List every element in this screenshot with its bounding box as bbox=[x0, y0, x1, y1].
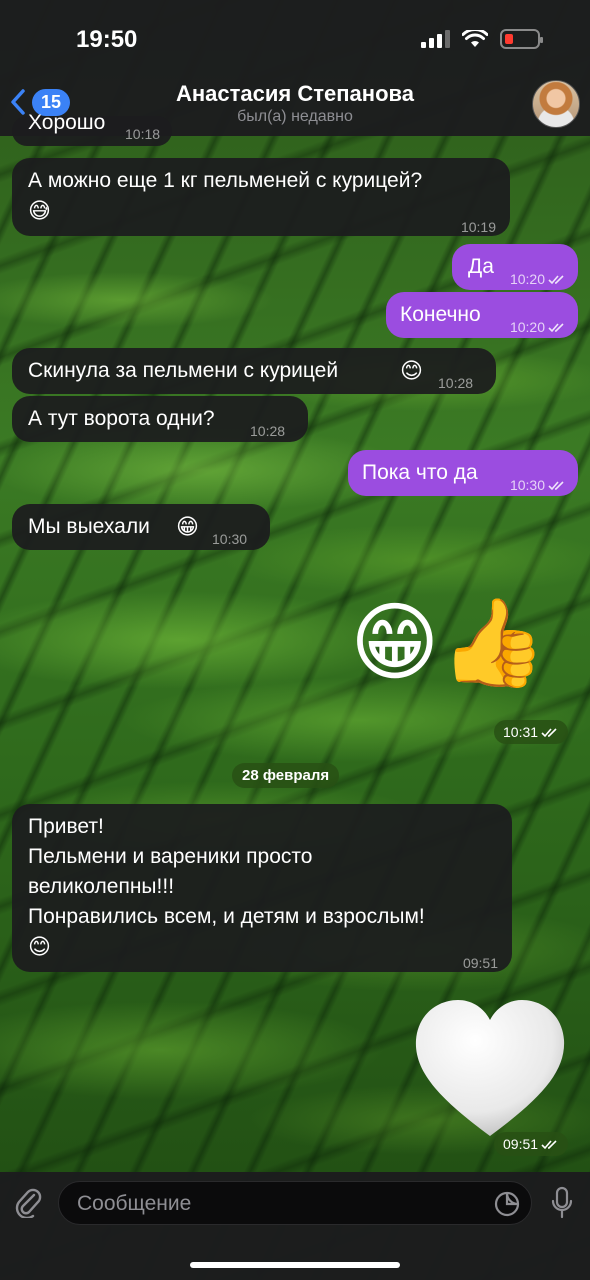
message-time: 10:28 bbox=[438, 375, 474, 391]
message-time: 10:18 bbox=[125, 126, 161, 142]
message-incoming[interactable]: Мы выехали 😁 10:30 bbox=[12, 504, 270, 550]
double-check-icon bbox=[541, 1140, 557, 1150]
message-outgoing[interactable]: Пока что да 10:30 bbox=[348, 450, 578, 496]
message-incoming[interactable]: Привет! Пельмени и вареники просто велик… bbox=[12, 804, 512, 972]
paperclip-icon[interactable] bbox=[14, 1186, 42, 1218]
message-outgoing[interactable]: Конечно 10:20 bbox=[386, 292, 578, 338]
message-outgoing-sticker[interactable] bbox=[410, 994, 570, 1144]
message-text: Мы выехали bbox=[28, 515, 150, 538]
message-text: А можно еще 1 кг пельменей с курицей? bbox=[28, 169, 423, 192]
message-text: Пока что да bbox=[362, 461, 478, 484]
message-time: 10:19 bbox=[460, 219, 496, 235]
grin-and-thumbs-up-emoji: 😁👍 bbox=[350, 595, 547, 691]
message-incoming[interactable]: Хорошо 10:18 bbox=[12, 111, 172, 146]
message-text: Да bbox=[468, 255, 494, 278]
input-placeholder: Сообщение bbox=[77, 1192, 192, 1215]
double-check-icon bbox=[541, 728, 557, 738]
home-indicator bbox=[190, 1262, 400, 1268]
message-time: 10:28 bbox=[250, 423, 286, 439]
message-incoming[interactable]: Скинула за пельмени с курицей 😊 10:28 bbox=[12, 348, 496, 394]
message-time-read: 10:20 bbox=[510, 264, 566, 294]
sticker-icon[interactable] bbox=[493, 1190, 521, 1218]
message-outgoing[interactable]: Да 10:20 bbox=[452, 244, 578, 290]
message-text: Привет! Пельмени и вареники просто велик… bbox=[28, 812, 425, 962]
message-text: Хорошо bbox=[28, 111, 106, 134]
message-incoming[interactable]: А тут ворота одни? 10:28 bbox=[12, 396, 308, 442]
grinning-emoji: 😁 bbox=[176, 514, 199, 539]
message-time-read: 10:20 bbox=[510, 312, 566, 342]
smiling-emoji: 😊 bbox=[28, 934, 51, 959]
chat-title[interactable]: Анастасия Степанова bbox=[0, 81, 590, 107]
message-time-read: 09:51 bbox=[494, 1132, 569, 1156]
message-list[interactable]: Хорошо 10:18 А можно еще 1 кг пельменей … bbox=[0, 111, 590, 1172]
status-icons bbox=[421, 29, 543, 49]
smiling-emoji: 😊 bbox=[400, 358, 423, 383]
microphone-icon[interactable] bbox=[550, 1186, 574, 1220]
white-heart-icon bbox=[415, 1000, 565, 1136]
message-time-read: 10:31 bbox=[494, 720, 569, 744]
message-text: А тут ворота одни? bbox=[28, 407, 215, 430]
message-incoming[interactable]: А можно еще 1 кг пельменей с курицей? 😅 … bbox=[12, 158, 510, 236]
battery-icon bbox=[500, 29, 543, 49]
smile-sweat-emoji: 😅 bbox=[28, 198, 51, 223]
message-time: 10:30 bbox=[212, 531, 248, 547]
double-check-icon bbox=[548, 275, 564, 285]
wifi-icon bbox=[462, 30, 488, 47]
message-text: Конечно bbox=[400, 303, 481, 326]
message-time-read: 10:30 bbox=[510, 470, 566, 500]
contact-avatar[interactable] bbox=[532, 80, 580, 128]
double-check-icon bbox=[548, 481, 564, 491]
message-input[interactable]: Сообщение bbox=[58, 1181, 532, 1225]
double-check-icon bbox=[548, 323, 564, 333]
status-time: 19:50 bbox=[76, 26, 138, 53]
message-text: Скинула за пельмени с курицей bbox=[28, 359, 339, 382]
message-time: 09:51 bbox=[462, 955, 498, 971]
date-separator: 28 февраля bbox=[232, 763, 340, 788]
message-outgoing-sticker[interactable]: 😁👍 bbox=[350, 588, 578, 708]
cellular-signal-icon bbox=[421, 30, 450, 48]
